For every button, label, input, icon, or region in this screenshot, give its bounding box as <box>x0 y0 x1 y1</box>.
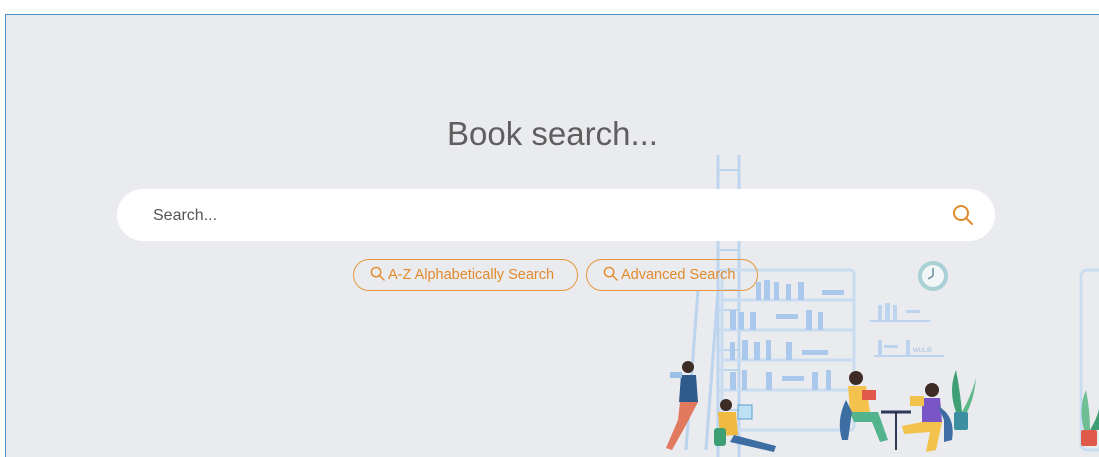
search-bar <box>117 189 995 243</box>
search-icon <box>370 266 385 281</box>
svg-text:WULIB: WULIB <box>913 348 932 354</box>
search-icon <box>603 266 618 281</box>
search-input[interactable] <box>151 189 935 243</box>
page-title: Book search... <box>447 115 658 152</box>
az-search-label: A-Z Alphabetically Search <box>388 267 555 283</box>
advanced-search-button[interactable]: Advanced Search <box>586 259 758 291</box>
advanced-search-label: Advanced Search <box>621 267 736 283</box>
search-panel: Book search... WULIB Search... A-Z Alpha… <box>5 14 1099 457</box>
az-alphabetical-search-button[interactable]: A-Z Alphabetically Search <box>353 259 578 291</box>
search-icon[interactable] <box>951 203 975 227</box>
